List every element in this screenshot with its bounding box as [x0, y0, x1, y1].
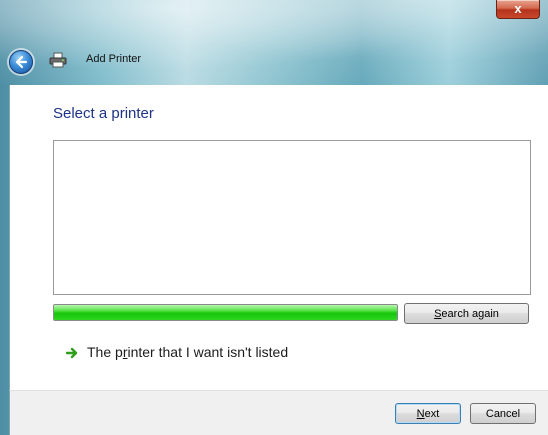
window-title: Add Printer [86, 53, 142, 65]
next-mnemonic: N [416, 408, 425, 420]
green-arrow-icon [66, 347, 78, 359]
page-heading: Select a printer [53, 105, 154, 122]
next-button[interactable]: Next [395, 403, 461, 424]
search-again-button[interactable]: Search again [404, 303, 529, 324]
search-progress-bar [53, 304, 398, 321]
wizard-footer: Next Cancel [9, 390, 548, 435]
close-icon: x [514, 1, 522, 16]
wizard-content: Select a printer Search again The printe… [9, 85, 548, 390]
close-button[interactable]: x [496, 0, 540, 19]
printer-icon [49, 52, 67, 68]
link-rest: inter that I want isn't listed [127, 344, 289, 360]
next-label-rest: ext [424, 408, 440, 420]
search-again-label-rest: earch again [441, 308, 499, 320]
link-text: The printer that I want isn't listed [87, 344, 288, 360]
link-prefix: The p [87, 344, 123, 360]
back-arrow-icon [15, 55, 28, 69]
printer-list[interactable] [53, 140, 531, 295]
cancel-label: Cancel [485, 408, 521, 420]
cancel-button[interactable]: Cancel [470, 403, 536, 424]
back-button[interactable] [9, 50, 33, 74]
search-progress-fill [54, 305, 397, 320]
add-printer-window: x Add Printer Select a printer Search ag… [0, 0, 548, 435]
title-bar [0, 0, 548, 88]
